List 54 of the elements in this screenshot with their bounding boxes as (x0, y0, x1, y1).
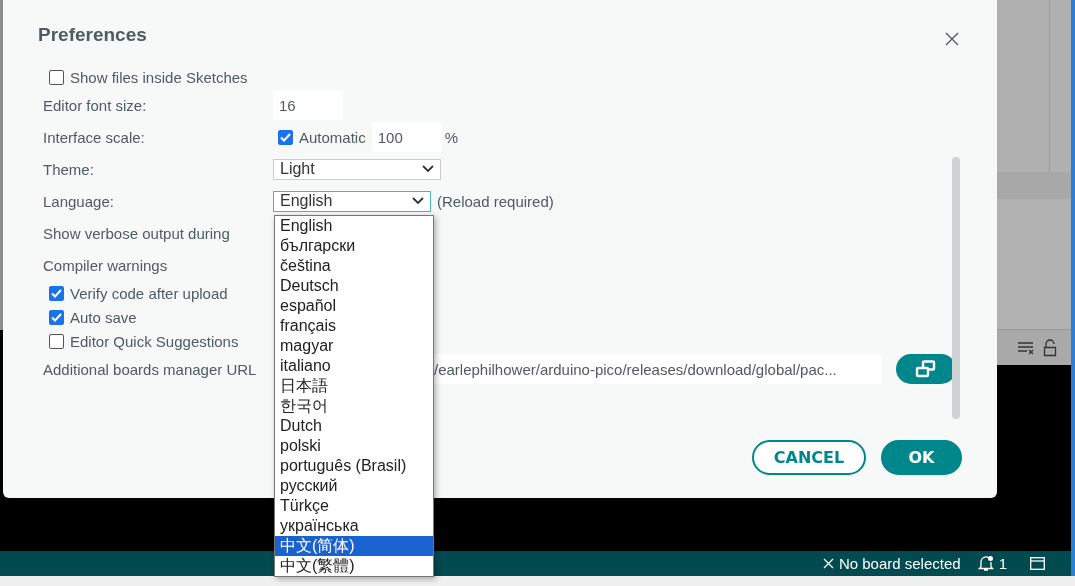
cancel-button[interactable]: CANCEL (752, 440, 866, 475)
bell-icon[interactable] (977, 555, 994, 572)
checkbox[interactable] (49, 309, 64, 325)
chevron-down-icon (422, 165, 434, 173)
language-option[interactable]: polski (275, 436, 433, 456)
setting-label: Editor font size: (43, 96, 148, 114)
setting-label: Interface scale: (43, 128, 146, 146)
checkbox-label: Verify code after upload (70, 284, 228, 302)
scale-field[interactable]: 100 (371, 122, 442, 152)
notification-count: 1 (998, 555, 1007, 572)
language-option[interactable]: Türkçe (275, 496, 433, 516)
select-field[interactable]: Light (273, 158, 441, 180)
language-option[interactable]: 中文(繁體) (275, 556, 433, 576)
checkbox[interactable] (278, 129, 293, 145)
chevron-down-icon (412, 197, 424, 205)
close-icon (822, 558, 834, 569)
checkbox[interactable] (49, 333, 64, 349)
checkbox-label: Auto save (70, 308, 137, 326)
dialog-title: Preferences (38, 24, 147, 46)
setting-label: Language: (43, 192, 115, 210)
language-option[interactable]: 中文(简体) (275, 536, 433, 556)
windows-icon (915, 360, 937, 378)
language-option[interactable]: русский (275, 476, 433, 496)
window-icon[interactable] (1030, 557, 1045, 570)
checkbox-label: Automatic (299, 128, 366, 146)
language-option[interactable]: Deutsch (275, 276, 433, 296)
language-option[interactable]: français (275, 316, 433, 336)
select-field[interactable]: English (273, 190, 431, 212)
scrollbar[interactable] (952, 157, 960, 419)
language-option[interactable]: magyar (275, 336, 433, 356)
language-option[interactable]: українська (275, 516, 433, 536)
checkbox[interactable] (49, 69, 64, 85)
board-status[interactable]: No board selected (838, 555, 961, 572)
lock-icon[interactable] (1043, 338, 1057, 357)
checkbox[interactable] (49, 285, 64, 301)
setting-label: Theme: (43, 160, 95, 178)
language-option[interactable]: português (Brasil) (275, 456, 433, 476)
setting-label: Compiler warnings (43, 256, 169, 274)
language-option[interactable]: Dutch (275, 416, 433, 436)
language-option[interactable]: 한국어 (275, 396, 433, 416)
checkbox-label: Editor Quick Suggestions (70, 332, 239, 350)
ok-button[interactable]: OK (881, 440, 962, 475)
unit-label: % (444, 128, 459, 146)
language-option[interactable]: čeština (275, 256, 433, 276)
setting-label: Additional boards manager URL (43, 360, 258, 378)
note-text: (Reload required) (437, 192, 554, 210)
close-icon[interactable] (945, 32, 959, 46)
font-size-field[interactable]: 16 (273, 90, 343, 120)
checkbox-label: Show files inside Sketches (70, 68, 248, 86)
language-option[interactable]: español (275, 296, 433, 316)
clear-output-icon[interactable] (1017, 340, 1035, 355)
language-option[interactable]: български (275, 236, 433, 256)
setting-label: Show verbose output during (43, 224, 231, 242)
language-option[interactable]: English (275, 216, 433, 236)
